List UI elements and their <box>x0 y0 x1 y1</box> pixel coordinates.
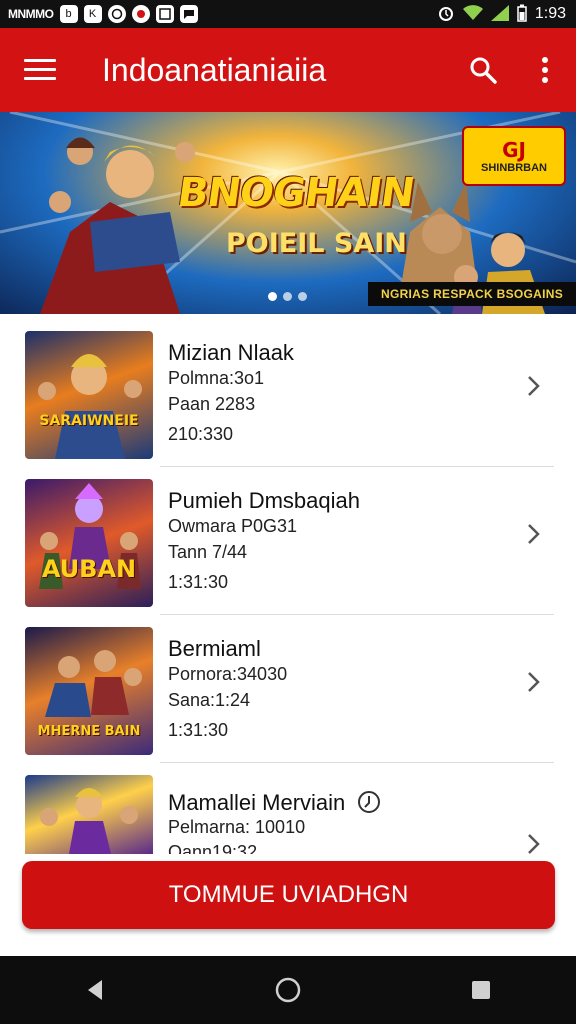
k-icon: K <box>83 5 102 23</box>
more-button[interactable] <box>514 28 576 112</box>
list-item-title: Mizian Nlaak <box>168 340 294 365</box>
list-item-title: Pumieh Dmsbaqiah <box>168 488 360 513</box>
gallery-icon <box>155 5 174 23</box>
list-item-line: 210:330 <box>168 424 234 444</box>
list-item-title: Mamallei Merviain <box>168 790 381 816</box>
carousel-indicator <box>268 292 307 301</box>
list-item[interactable]: SARAIWNEIE Mizian Nlaak Polmna:3o1 Paan … <box>0 314 576 467</box>
app-title: Indoanatianiaiia <box>102 51 327 88</box>
chevron-right-icon <box>528 672 540 692</box>
recents-icon[interactable] <box>470 979 492 1001</box>
list-item-line: Pornora:34030 <box>168 664 288 684</box>
search-button[interactable] <box>452 28 514 112</box>
wifi-icon <box>462 4 483 24</box>
back-icon[interactable] <box>84 978 106 1002</box>
whatsapp-icon <box>107 5 126 23</box>
thumbnail-art <box>40 788 138 854</box>
primary-action-button[interactable]: TOMMUE UVIADHGN <box>22 861 555 929</box>
badge-text: SHINBRBAN <box>481 162 547 174</box>
message-icon <box>179 5 198 23</box>
list-item-line: Owmara P0G31 <box>168 516 298 536</box>
list-item-line: Pelmarna: 10010 <box>168 817 306 837</box>
menu-button[interactable] <box>0 28 80 112</box>
list-item-thumbnail: AUBAN <box>25 479 153 607</box>
chevron-right-icon <box>528 376 540 396</box>
home-icon[interactable] <box>274 976 302 1004</box>
carousel-dot[interactable] <box>298 292 307 301</box>
navigation-bar <box>0 956 576 1024</box>
list-item-line: 1:31:30 <box>168 572 229 592</box>
list-item-thumbnail: MHERNE BAIN <box>25 627 153 755</box>
search-icon <box>470 57 497 84</box>
alarm-icon <box>437 4 455 25</box>
banner-title: BNOGHAIN <box>174 170 417 216</box>
list-item-line: Tann 7/44 <box>168 542 248 562</box>
menu-icon <box>24 59 56 81</box>
list-item-line: Oann19:32 <box>168 842 258 854</box>
status-bar: MNMMO b K 1:93 <box>0 0 576 28</box>
signal-icon <box>490 4 509 24</box>
carrier-label: MNMMO <box>8 7 54 21</box>
more-vertical-icon <box>542 57 548 83</box>
thumbnail-art <box>39 483 141 589</box>
banner-badge: GJ SHINBRBAN <box>462 126 566 186</box>
b-icon: b <box>59 5 78 23</box>
list-item-line: 1:31:30 <box>168 720 229 740</box>
thumbnail-label: AUBAN <box>41 555 137 583</box>
list-item[interactable]: MHERNE BAIN Bermiaml Pornora:34030 Sana:… <box>0 610 576 763</box>
battery-icon <box>517 4 527 25</box>
badge-number: GJ <box>502 138 526 162</box>
thumbnail-art <box>38 354 142 459</box>
list-item[interactable]: AUBAN Pumieh Dmsbaqiah Owmara P0G31 Tann… <box>0 462 576 615</box>
chevron-right-icon <box>528 524 540 544</box>
banner-caption: NGRIAS RESPACK BSOGAINS <box>368 282 576 306</box>
banner-subtitle: POIEIL SAIN <box>226 228 407 259</box>
thumbnail-label: SARAIWNEIE <box>39 413 139 429</box>
carousel-dot[interactable] <box>268 292 277 301</box>
promo-banner[interactable]: BNOGHAIN POIEIL SAIN GJ SHINBRBAN NGRIAS… <box>0 112 576 314</box>
chevron-right-icon <box>528 834 540 854</box>
list-item-line: Paan 2283 <box>168 394 256 414</box>
thumbnail-label: MHERNE BAIN <box>37 724 141 739</box>
list-item-thumbnail <box>25 775 153 854</box>
list-item-thumbnail: SARAIWNEIE <box>25 331 153 459</box>
list-item-title: Bermiaml <box>168 636 261 661</box>
list-item-line: Polmna:3o1 <box>168 368 265 388</box>
clock: 1:93 <box>534 5 566 22</box>
list-item-title-text: Mamallei Merviain <box>168 790 346 815</box>
record-icon <box>131 5 150 23</box>
info-icon[interactable] <box>357 790 381 814</box>
app-bar: Indoanatianiaiia <box>0 28 576 112</box>
list-item[interactable]: Mamallei Merviain Pelmarna: 10010 Oann19… <box>0 758 576 854</box>
list-item-line: Sana:1:24 <box>168 690 251 710</box>
carousel-dot[interactable] <box>283 292 292 301</box>
